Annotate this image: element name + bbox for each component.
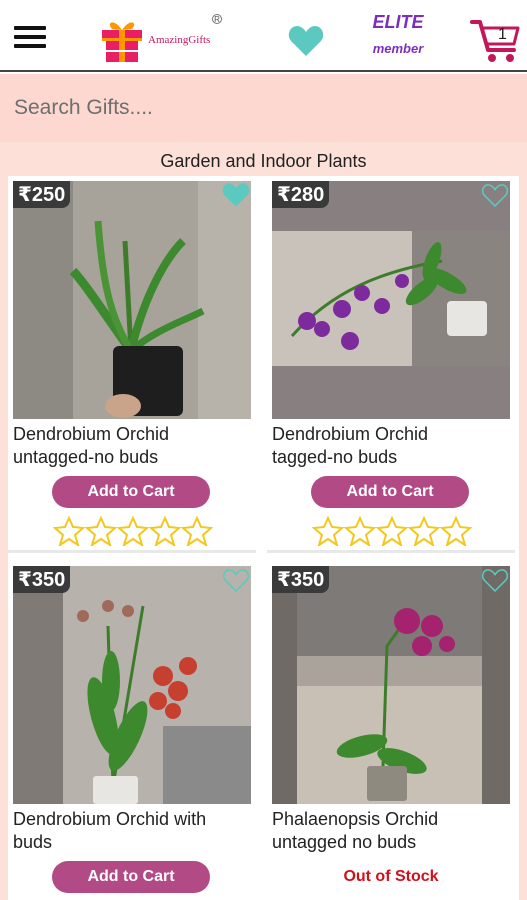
product-name-line: Phalaenopsis Orchid xyxy=(272,809,439,829)
shopping-cart-icon[interactable] xyxy=(470,16,522,64)
registered-mark: R xyxy=(212,14,222,24)
star-icon xyxy=(148,516,182,546)
menu-icon[interactable] xyxy=(14,26,46,50)
product-image[interactable] xyxy=(13,566,251,804)
star-icon xyxy=(116,516,150,546)
product-image[interactable] xyxy=(13,181,251,419)
product-card[interactable]: ₹250 Dendrobium Orchid untagged-no buds … xyxy=(8,176,256,554)
product-name-line: Dendrobium Orchid with xyxy=(13,809,207,829)
product-name[interactable]: Dendrobium Orchid with buds xyxy=(13,808,253,854)
product-name-line: untagged no buds xyxy=(272,832,417,852)
add-to-cart-button[interactable]: Add to Cart xyxy=(311,476,469,508)
orchid-plant-image xyxy=(13,566,251,804)
app-header: AmazingGifts R ELITE member 1 xyxy=(0,0,527,72)
product-name[interactable]: Dendrobium Orchid tagged-no buds xyxy=(272,423,512,469)
star-icon xyxy=(312,516,345,546)
add-to-cart-button[interactable]: Add to Cart xyxy=(52,861,210,893)
price-tag: ₹350 xyxy=(13,566,71,593)
orchid-plant-image xyxy=(272,181,510,419)
rating-stars[interactable] xyxy=(312,516,472,546)
card-divider xyxy=(8,550,256,553)
card-divider xyxy=(267,550,515,553)
gift-box-icon xyxy=(102,22,142,62)
rating-stars[interactable] xyxy=(53,516,213,546)
favorite-heart-icon[interactable] xyxy=(222,567,250,593)
product-card[interactable]: ₹280 Dendrobium Orchid tagged-no buds Ad… xyxy=(267,176,515,554)
price-tag: ₹280 xyxy=(272,181,330,208)
star-icon xyxy=(53,516,86,546)
category-title: Garden and Indoor Plants xyxy=(160,151,367,171)
member-label: member xyxy=(372,41,424,56)
price-tag: ₹350 xyxy=(272,566,330,593)
logo-text: AmazingGifts xyxy=(148,34,211,46)
elite-member-badge[interactable]: ELITE member xyxy=(366,12,430,56)
search-bar xyxy=(0,74,527,142)
star-icon xyxy=(84,516,118,546)
star-icon xyxy=(180,516,213,546)
price-tag: ₹250 xyxy=(13,181,71,208)
add-to-cart-button[interactable]: Add to Cart xyxy=(52,476,210,508)
product-name-line: untagged-no buds xyxy=(13,447,159,467)
star-icon xyxy=(439,516,472,546)
product-name-line: Dendrobium Orchid xyxy=(272,424,429,444)
cart-count-badge: 1 xyxy=(498,26,507,43)
star-icon xyxy=(375,516,409,546)
wishlist-heart-icon[interactable] xyxy=(288,25,324,57)
orchid-plant-image xyxy=(272,566,510,804)
star-icon xyxy=(407,516,441,546)
product-image[interactable] xyxy=(272,566,510,804)
product-name[interactable]: Dendrobium Orchid untagged-no buds xyxy=(13,423,253,469)
product-name-line: buds xyxy=(13,832,53,852)
product-image[interactable] xyxy=(272,181,510,419)
orchid-plant-image xyxy=(13,181,251,419)
product-name-line: tagged-no buds xyxy=(272,447,398,467)
favorite-heart-icon[interactable] xyxy=(481,567,509,593)
product-name[interactable]: Phalaenopsis Orchid untagged no buds xyxy=(272,808,512,854)
product-name-line: Dendrobium Orchid xyxy=(13,424,170,444)
out-of-stock-label: Out of Stock xyxy=(343,868,439,885)
product-card[interactable]: ₹350 Dendrobium Orchid with buds Add to … xyxy=(8,561,256,900)
search-input[interactable] xyxy=(14,88,514,128)
product-grid: ₹250 Dendrobium Orchid untagged-no buds … xyxy=(8,176,519,900)
star-icon xyxy=(343,516,377,546)
product-card[interactable]: ₹350 Phalaenopsis Orchid untagged no bud… xyxy=(267,561,515,900)
elite-label: ELITE xyxy=(372,12,424,32)
favorite-heart-icon[interactable] xyxy=(222,182,250,208)
app-logo[interactable]: AmazingGifts R xyxy=(98,14,228,64)
favorite-heart-icon[interactable] xyxy=(481,182,509,208)
